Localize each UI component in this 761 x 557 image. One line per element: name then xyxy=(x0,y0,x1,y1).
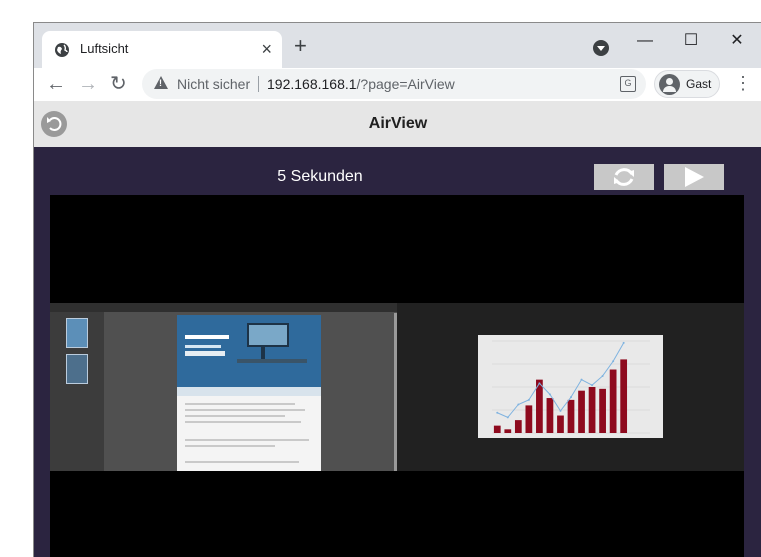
url-path: /?page=AirView xyxy=(356,76,455,92)
chart-bar xyxy=(557,415,564,433)
timer-label: 5 Sekunden xyxy=(277,168,363,185)
chart-point xyxy=(517,403,520,406)
text-line xyxy=(185,461,299,463)
avatar-icon xyxy=(659,74,680,95)
security-label[interactable]: Nicht sicher xyxy=(177,76,250,92)
screen-preview xyxy=(50,303,744,471)
maximize-button[interactable]: ☐ xyxy=(668,27,714,55)
chart-bar xyxy=(493,425,501,433)
app-header: AirView xyxy=(34,101,761,147)
text-line xyxy=(185,421,301,423)
pdf-document-preview xyxy=(50,303,397,471)
page-content: AirView 5 Sekunden xyxy=(34,101,761,557)
browser-toolbar: ← → ↻ Nicht sicher 192.168.168.1/?page=A… xyxy=(34,68,761,101)
chart-bar xyxy=(514,420,522,433)
chart-bar xyxy=(567,399,575,433)
minimize-button[interactable]: — xyxy=(622,27,668,55)
warning-icon[interactable] xyxy=(154,76,168,89)
chart-bar xyxy=(578,390,585,433)
chart-point xyxy=(591,384,594,387)
pdf-sidebar xyxy=(50,312,104,471)
page-thumbnail xyxy=(66,354,88,384)
browser-tab[interactable]: Luftsicht × xyxy=(42,31,282,68)
pdf-toolbar xyxy=(50,303,397,312)
chart-point xyxy=(559,409,562,412)
reload-button[interactable]: ↻ xyxy=(110,71,127,97)
chart-point xyxy=(601,374,604,377)
page-title: AirView xyxy=(368,115,428,132)
chart-point xyxy=(548,393,551,396)
tab-search-icon[interactable] xyxy=(593,40,609,56)
text-line xyxy=(185,403,295,405)
chart-point xyxy=(527,398,530,401)
text-line xyxy=(185,415,285,417)
pdf-section-band xyxy=(177,387,321,396)
menu-icon[interactable]: ⋮ xyxy=(734,73,752,93)
product-image xyxy=(185,323,307,363)
chart-point xyxy=(580,378,583,381)
chart-point xyxy=(570,396,572,399)
mirror-viewer[interactable] xyxy=(50,195,744,557)
divider xyxy=(258,76,259,92)
new-tab-button[interactable]: + xyxy=(294,35,307,57)
page-thumbnail xyxy=(66,318,88,348)
play-icon xyxy=(685,167,704,187)
text-line xyxy=(185,409,305,411)
chart-bar xyxy=(525,405,533,433)
close-window-button[interactable]: ✕ xyxy=(714,27,760,55)
chart-svg xyxy=(492,340,650,434)
play-button[interactable] xyxy=(664,164,724,190)
tab-title: Luftsicht xyxy=(80,41,129,56)
chart-bar xyxy=(599,388,606,433)
chart-preview xyxy=(478,335,663,438)
address-bar[interactable]: Nicht sicher 192.168.168.1/?page=AirView… xyxy=(142,69,646,99)
browser-window: Luftsicht × + — ☐ ✕ ← → ↻ Nicht sicher 1… xyxy=(33,22,761,557)
tab-strip: Luftsicht × + — ☐ ✕ xyxy=(34,23,761,68)
chart-point xyxy=(496,411,499,414)
chart-bar xyxy=(588,387,596,433)
tab-close-icon[interactable]: × xyxy=(261,39,272,60)
chart-point xyxy=(538,382,541,385)
translate-icon[interactable]: G xyxy=(620,76,636,92)
text-line xyxy=(185,445,275,447)
pdf-scrollbar[interactable] xyxy=(394,313,397,471)
chart-bar xyxy=(504,429,512,433)
refresh-icon xyxy=(614,168,634,186)
pdf-hero-image xyxy=(177,315,321,387)
pdf-page xyxy=(177,315,321,471)
globe-icon xyxy=(55,43,69,57)
chart-bar xyxy=(620,359,628,433)
profile-button[interactable]: Gast xyxy=(654,70,720,98)
chart-point xyxy=(506,416,509,419)
profile-label: Gast xyxy=(686,77,712,91)
url-text[interactable]: 192.168.168.1/?page=AirView xyxy=(267,76,455,92)
chart-point xyxy=(612,360,615,363)
url-host: 192.168.168.1 xyxy=(267,76,357,92)
forward-button[interactable]: → xyxy=(78,71,98,97)
refresh-button[interactable] xyxy=(594,164,654,190)
back-button[interactable]: ← xyxy=(46,71,66,97)
chart-bar xyxy=(609,369,617,433)
chart-bar xyxy=(546,398,554,433)
chart-point xyxy=(622,341,625,344)
text-line xyxy=(185,439,309,441)
